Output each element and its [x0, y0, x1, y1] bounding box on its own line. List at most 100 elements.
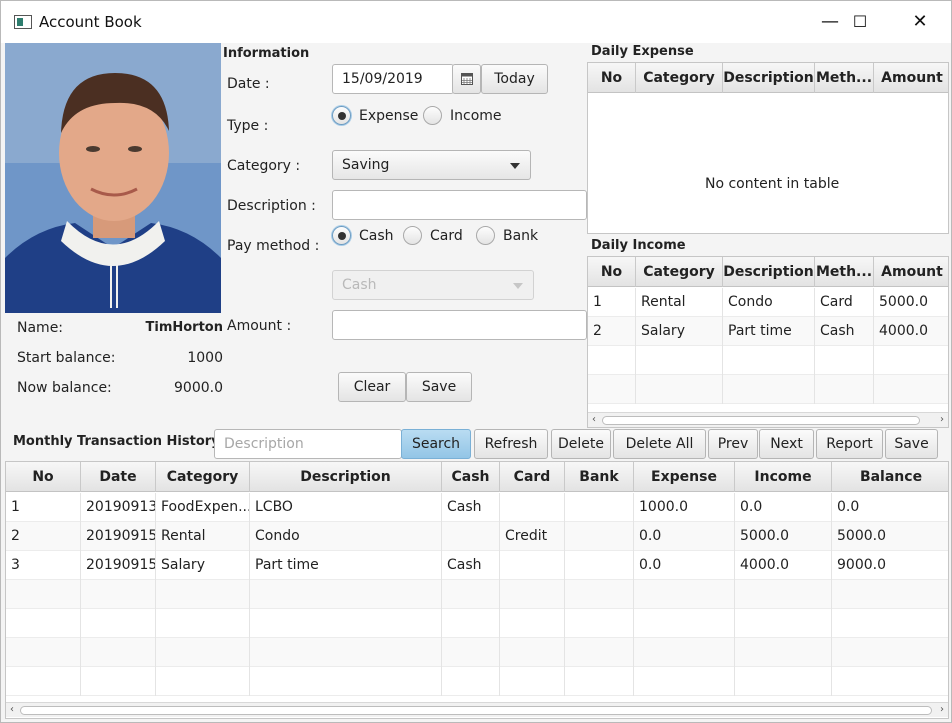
table-cell: 5000.0 — [879, 294, 928, 310]
app-icon — [14, 15, 32, 29]
next-button[interactable]: Next — [759, 429, 814, 459]
pay-cash-label: Cash — [359, 227, 394, 244]
col-header[interactable]: No — [588, 63, 636, 93]
dropdown-arrow-icon — [513, 283, 523, 289]
pay-bank-label: Bank — [503, 227, 539, 244]
col-header[interactable]: Category — [636, 257, 723, 287]
type-label: Type : — [227, 118, 269, 134]
date-field[interactable]: 15/09/2019 — [332, 64, 454, 94]
table-cell: 1000.0 — [634, 493, 735, 522]
table-row[interactable]: 1 20190913 FoodExpen... LCBO Cash 1000.0… — [6, 493, 948, 522]
history-save-button[interactable]: Save — [885, 429, 938, 459]
category-select-value: Saving — [342, 157, 390, 173]
pay-bank-radio[interactable]: Bank — [476, 226, 538, 245]
type-expense-label: Expense — [359, 107, 419, 124]
type-expense-radio[interactable]: Expense — [332, 106, 418, 125]
pay-cash-radio[interactable]: Cash — [332, 226, 394, 245]
table-row[interactable]: 2 20190915 Rental Condo Credit 0.0 5000.… — [6, 522, 948, 551]
pay-method-select-value: Cash — [342, 277, 377, 293]
table-cell: 20190915 — [81, 522, 156, 551]
radio-dot-icon — [423, 106, 442, 125]
start-balance-value: 1000 — [187, 350, 223, 366]
table-cell: 1 — [6, 493, 81, 522]
delete-button[interactable]: Delete — [551, 429, 611, 459]
table-cell: 0.0 — [735, 493, 832, 522]
calendar-icon — [460, 73, 473, 85]
col-header[interactable]: Description — [250, 462, 442, 492]
table-cell: LCBO — [250, 493, 442, 522]
col-header[interactable]: Meth... — [815, 63, 874, 93]
scroll-thumb[interactable] — [20, 706, 932, 715]
search-button[interactable]: Search — [401, 429, 471, 459]
type-income-radio[interactable]: Income — [423, 106, 502, 125]
col-header[interactable]: Bank — [565, 462, 634, 492]
table-cell: Rental — [636, 288, 723, 317]
col-header[interactable]: Amount — [874, 257, 948, 287]
start-balance-label: Start balance: — [17, 350, 116, 366]
category-label: Category : — [227, 158, 301, 174]
col-header[interactable]: Date — [81, 462, 156, 492]
scroll-thumb[interactable] — [602, 416, 920, 425]
table-row[interactable]: 3 20190915 Salary Part time Cash 0.0 400… — [6, 551, 948, 580]
prev-button[interactable]: Prev — [708, 429, 758, 459]
col-header[interactable]: Income — [735, 462, 832, 492]
col-header[interactable]: Card — [500, 462, 565, 492]
col-header[interactable]: Amount — [874, 63, 948, 93]
table-cell: 1 — [588, 288, 636, 317]
empty-table-message: No content in table — [705, 176, 840, 192]
pay-card-label: Card — [430, 227, 463, 244]
col-header[interactable]: Expense — [634, 462, 735, 492]
calendar-button[interactable] — [452, 64, 481, 94]
search-input[interactable]: Description — [214, 429, 402, 459]
col-header[interactable]: No — [6, 462, 81, 492]
scroll-left-icon[interactable]: ‹ — [6, 703, 18, 717]
dropdown-arrow-icon — [510, 163, 520, 169]
table-cell: Salary — [156, 551, 250, 580]
col-header[interactable]: Balance — [832, 462, 948, 492]
info-save-button[interactable]: Save — [406, 372, 472, 402]
window-title: Account Book — [39, 13, 142, 31]
table-cell: Condo — [250, 522, 442, 551]
radio-dot-icon — [403, 226, 422, 245]
table-cell: 5000.0 — [735, 522, 832, 551]
table-cell: Credit — [500, 522, 565, 551]
table-cell: 4000.0 — [735, 551, 832, 580]
refresh-button[interactable]: Refresh — [474, 429, 548, 459]
maximize-button[interactable]: ☐ — [831, 1, 889, 43]
table-row — [588, 375, 948, 404]
scroll-right-icon[interactable]: › — [936, 413, 948, 427]
daily-income-header: No Category Description Meth... Amount — [588, 257, 948, 287]
table-row[interactable]: 2 Salary Part time Cash 4000.0 — [588, 317, 948, 346]
scroll-right-icon[interactable]: › — [936, 703, 948, 717]
scroll-left-icon[interactable]: ‹ — [588, 413, 600, 427]
col-header[interactable]: Category — [156, 462, 250, 492]
monthly-history-scrollbar[interactable]: ‹ › — [6, 702, 948, 717]
name-label: Name: — [17, 320, 64, 336]
table-row — [6, 667, 948, 696]
table-cell — [500, 493, 565, 522]
col-header[interactable]: Category — [636, 63, 723, 93]
description-input[interactable] — [332, 190, 587, 220]
category-select[interactable]: Saving — [332, 150, 531, 180]
profile-photo-art — [5, 43, 221, 313]
table-row — [6, 580, 948, 609]
table-row[interactable]: 1 Rental Condo Card 5000.0 — [588, 288, 948, 317]
col-header[interactable]: Description — [723, 63, 815, 93]
clear-button[interactable]: Clear — [338, 372, 406, 402]
table-cell — [442, 522, 500, 551]
report-button[interactable]: Report — [816, 429, 883, 459]
table-cell: Condo — [723, 288, 815, 317]
table-cell: Rental — [156, 522, 250, 551]
amount-input[interactable] — [332, 310, 587, 340]
col-header[interactable]: No — [588, 257, 636, 287]
delete-all-button[interactable]: Delete All — [613, 429, 706, 459]
today-button[interactable]: Today — [481, 64, 548, 94]
col-header[interactable]: Meth... — [815, 257, 874, 287]
col-header[interactable]: Cash — [442, 462, 500, 492]
main-content: Name: TimHorton Start balance: 1000 Now … — [5, 43, 949, 719]
table-cell: 2 — [6, 522, 81, 551]
daily-income-scrollbar[interactable]: ‹ › — [588, 412, 948, 427]
pay-card-radio[interactable]: Card — [403, 226, 463, 245]
col-header[interactable]: Description — [723, 257, 815, 287]
close-button[interactable]: ✕ — [891, 1, 949, 43]
